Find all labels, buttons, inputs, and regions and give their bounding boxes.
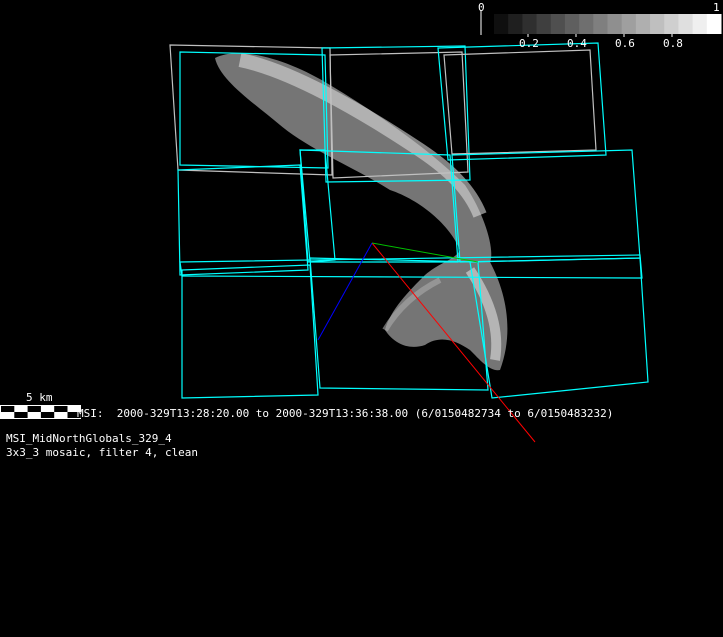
asteroid-shape bbox=[215, 53, 508, 371]
colorbar-step bbox=[508, 14, 523, 34]
scale-bar-cell bbox=[54, 406, 68, 412]
colorbar-step bbox=[494, 14, 509, 34]
colorbar-step bbox=[607, 14, 623, 34]
colorbar-step bbox=[678, 14, 694, 34]
colorbar-step bbox=[550, 14, 566, 34]
colorbar-step bbox=[564, 14, 580, 34]
colorbar-step bbox=[536, 14, 552, 34]
scale-bar-cell bbox=[1, 406, 15, 412]
scale-bar-cell bbox=[40, 412, 55, 418]
colorbar-step bbox=[522, 14, 538, 34]
scale-bar-cell bbox=[14, 412, 28, 418]
colorbar-tick-label: 0.8 bbox=[663, 37, 683, 50]
scale-bar-cell bbox=[27, 406, 41, 412]
visualization-canvas bbox=[0, 10, 722, 443]
scale-bar bbox=[0, 405, 81, 419]
colorbar-step bbox=[706, 14, 722, 34]
sequence-name: MSI_MidNorthGlobals_329_4 bbox=[6, 432, 172, 445]
colorbar-min-label: 0 bbox=[478, 1, 485, 14]
colorbar-tick-label: 0.6 bbox=[615, 37, 635, 50]
observation-time-range: MSI: 2000-329T13:28:20.00 to 2000-329T13… bbox=[77, 407, 614, 420]
colorbar-step bbox=[664, 14, 679, 34]
colorbar-tick-label: 0.2 bbox=[519, 37, 539, 50]
colorbar-tick-label: 0.4 bbox=[567, 37, 587, 50]
colorbar-step bbox=[593, 14, 608, 34]
colorbar bbox=[494, 14, 722, 37]
scale-bar-label: 5 km bbox=[26, 391, 53, 404]
colorbar-step bbox=[621, 14, 637, 34]
colorbar-step bbox=[579, 14, 594, 34]
sequence-description: 3x3_3 mosaic, filter 4, clean bbox=[6, 446, 199, 459]
colorbar-max-label: 1 bbox=[713, 1, 720, 14]
colorbar-step bbox=[650, 14, 665, 34]
colorbar-step bbox=[692, 14, 708, 34]
colorbar-step bbox=[635, 14, 651, 34]
